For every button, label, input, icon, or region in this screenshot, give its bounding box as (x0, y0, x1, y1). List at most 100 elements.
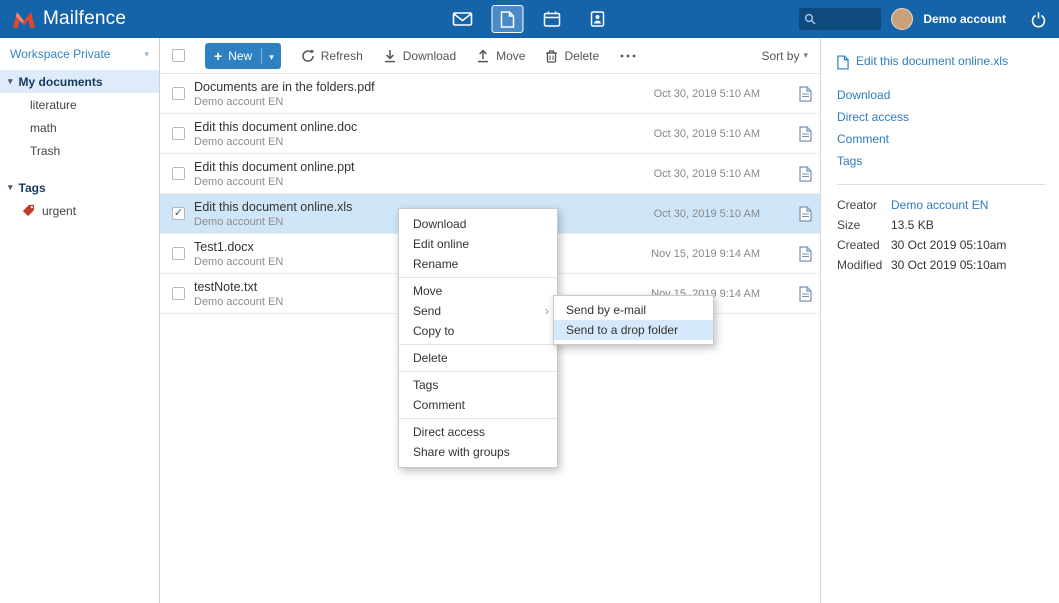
file-name: testNote.txt (194, 280, 283, 294)
new-button-label: New (228, 49, 252, 63)
chevron-down-icon (144, 49, 149, 60)
field-label: Size (837, 215, 891, 235)
details-action-download[interactable]: Download (837, 84, 890, 106)
file-date: Nov 15, 2019 9:14 AM (651, 248, 760, 260)
folder-label: math (30, 121, 57, 135)
search-input[interactable] (820, 13, 878, 25)
file-type-icon (799, 166, 812, 182)
delete-label: Delete (564, 49, 599, 63)
file-row[interactable]: Edit this document online.doc Demo accou… (160, 114, 820, 154)
search-icon (804, 13, 816, 25)
send-label: Send (413, 304, 441, 318)
contacts-nav-button[interactable] (581, 5, 613, 33)
submenu-send-by-email[interactable]: Send by e-mail (554, 300, 713, 320)
calendar-icon (544, 11, 561, 27)
context-menu-edit-online[interactable]: Edit online (399, 234, 557, 254)
chevron-right-icon (545, 301, 549, 321)
download-button[interactable]: Download (383, 49, 456, 63)
context-menu: Download Edit online Rename Move Send Co… (398, 208, 558, 468)
chevron-down-icon (8, 76, 13, 87)
context-menu-rename[interactable]: Rename (399, 254, 557, 274)
menu-divider (399, 344, 557, 345)
refresh-label: Refresh (321, 49, 363, 63)
download-label: Download (403, 49, 456, 63)
context-menu-send[interactable]: Send (399, 301, 557, 321)
topbar-right: Demo account (799, 8, 1047, 30)
field-label: Created (837, 235, 891, 255)
workspace-label: Workspace Private (10, 47, 110, 61)
more-button[interactable] (619, 53, 637, 59)
detail-field-modified: Modified 30 Oct 2019 05:10am (837, 255, 1045, 275)
sidebar-tags-header[interactable]: Tags (0, 176, 159, 199)
plus-icon (214, 49, 222, 63)
avatar[interactable] (891, 8, 913, 30)
field-value: 30 Oct 2019 05:10am (891, 235, 1006, 255)
details-action-direct-access[interactable]: Direct access (837, 106, 909, 128)
delete-button[interactable]: Delete (545, 49, 599, 63)
new-dropdown-button[interactable] (262, 49, 281, 63)
details-panel: Edit this document online.xls Download D… (820, 38, 1059, 603)
sidebar-item-math[interactable]: math (0, 116, 159, 139)
details-title[interactable]: Edit this document online.xls (837, 54, 1045, 70)
sort-label: Sort by (761, 49, 799, 63)
context-menu-move[interactable]: Move (399, 281, 557, 301)
sidebar-item-literature[interactable]: literature (0, 93, 159, 116)
row-checkbox-checked[interactable] (172, 207, 185, 220)
top-nav (446, 5, 613, 33)
row-checkbox[interactable] (172, 87, 185, 100)
sidebar-item-my-documents[interactable]: My documents (0, 70, 159, 93)
trash-icon (545, 49, 558, 63)
file-date: Oct 30, 2019 5:10 AM (654, 208, 760, 220)
tag-label: urgent (42, 204, 76, 218)
row-checkbox[interactable] (172, 287, 185, 300)
row-checkbox[interactable] (172, 167, 185, 180)
field-label: Modified (837, 255, 891, 275)
refresh-button[interactable]: Refresh (301, 49, 363, 63)
file-row[interactable]: Documents are in the folders.pdf Demo ac… (160, 74, 820, 114)
documents-nav-button[interactable] (491, 5, 523, 33)
new-button[interactable]: New (205, 43, 281, 69)
file-name: Edit this document online.xls (194, 200, 352, 214)
details-action-tags[interactable]: Tags (837, 150, 862, 172)
sidebar-item-trash[interactable]: Trash (0, 139, 159, 162)
power-icon[interactable] (1030, 11, 1047, 28)
context-menu-copy-to[interactable]: Copy to (399, 321, 557, 341)
search-box[interactable] (799, 8, 881, 30)
sort-by-button[interactable]: Sort by (761, 49, 808, 63)
context-menu-comment[interactable]: Comment (399, 395, 557, 415)
contacts-icon (589, 11, 605, 27)
menu-divider (399, 418, 557, 419)
submenu-send-to-drop-folder[interactable]: Send to a drop folder (554, 320, 713, 340)
field-value: 13.5 KB (891, 215, 934, 235)
field-label: Creator (837, 195, 891, 215)
file-owner: Demo account EN (194, 296, 283, 308)
menu-divider (399, 371, 557, 372)
chevron-down-icon (269, 52, 274, 62)
context-menu-share-with-groups[interactable]: Share with groups (399, 442, 557, 462)
refresh-icon (301, 49, 315, 63)
brand[interactable]: Mailfence (12, 8, 126, 30)
row-checkbox[interactable] (172, 127, 185, 140)
move-button[interactable]: Move (476, 49, 525, 63)
file-row[interactable]: Edit this document online.ppt Demo accou… (160, 154, 820, 194)
more-icon (619, 53, 637, 59)
field-value-link[interactable]: Demo account EN (891, 195, 988, 215)
account-name[interactable]: Demo account (923, 12, 1006, 26)
context-menu-download[interactable]: Download (399, 214, 557, 234)
select-all-checkbox[interactable] (172, 49, 185, 62)
context-menu-delete[interactable]: Delete (399, 348, 557, 368)
row-checkbox[interactable] (172, 247, 185, 260)
toolbar: New Refresh Download (160, 38, 820, 74)
calendar-nav-button[interactable] (536, 5, 568, 33)
menu-divider (399, 277, 557, 278)
sidebar-tag-urgent[interactable]: urgent (0, 199, 159, 222)
file-type-icon (799, 126, 812, 142)
tag-icon (22, 204, 35, 217)
workspace-selector[interactable]: Workspace Private (0, 38, 159, 70)
sidebar: Workspace Private My documents literatur… (0, 38, 160, 603)
context-menu-tags[interactable]: Tags (399, 375, 557, 395)
details-action-comment[interactable]: Comment (837, 128, 889, 150)
details-title-label: Edit this document online.xls (856, 54, 1008, 68)
context-menu-direct-access[interactable]: Direct access (399, 422, 557, 442)
mail-nav-button[interactable] (446, 5, 478, 33)
